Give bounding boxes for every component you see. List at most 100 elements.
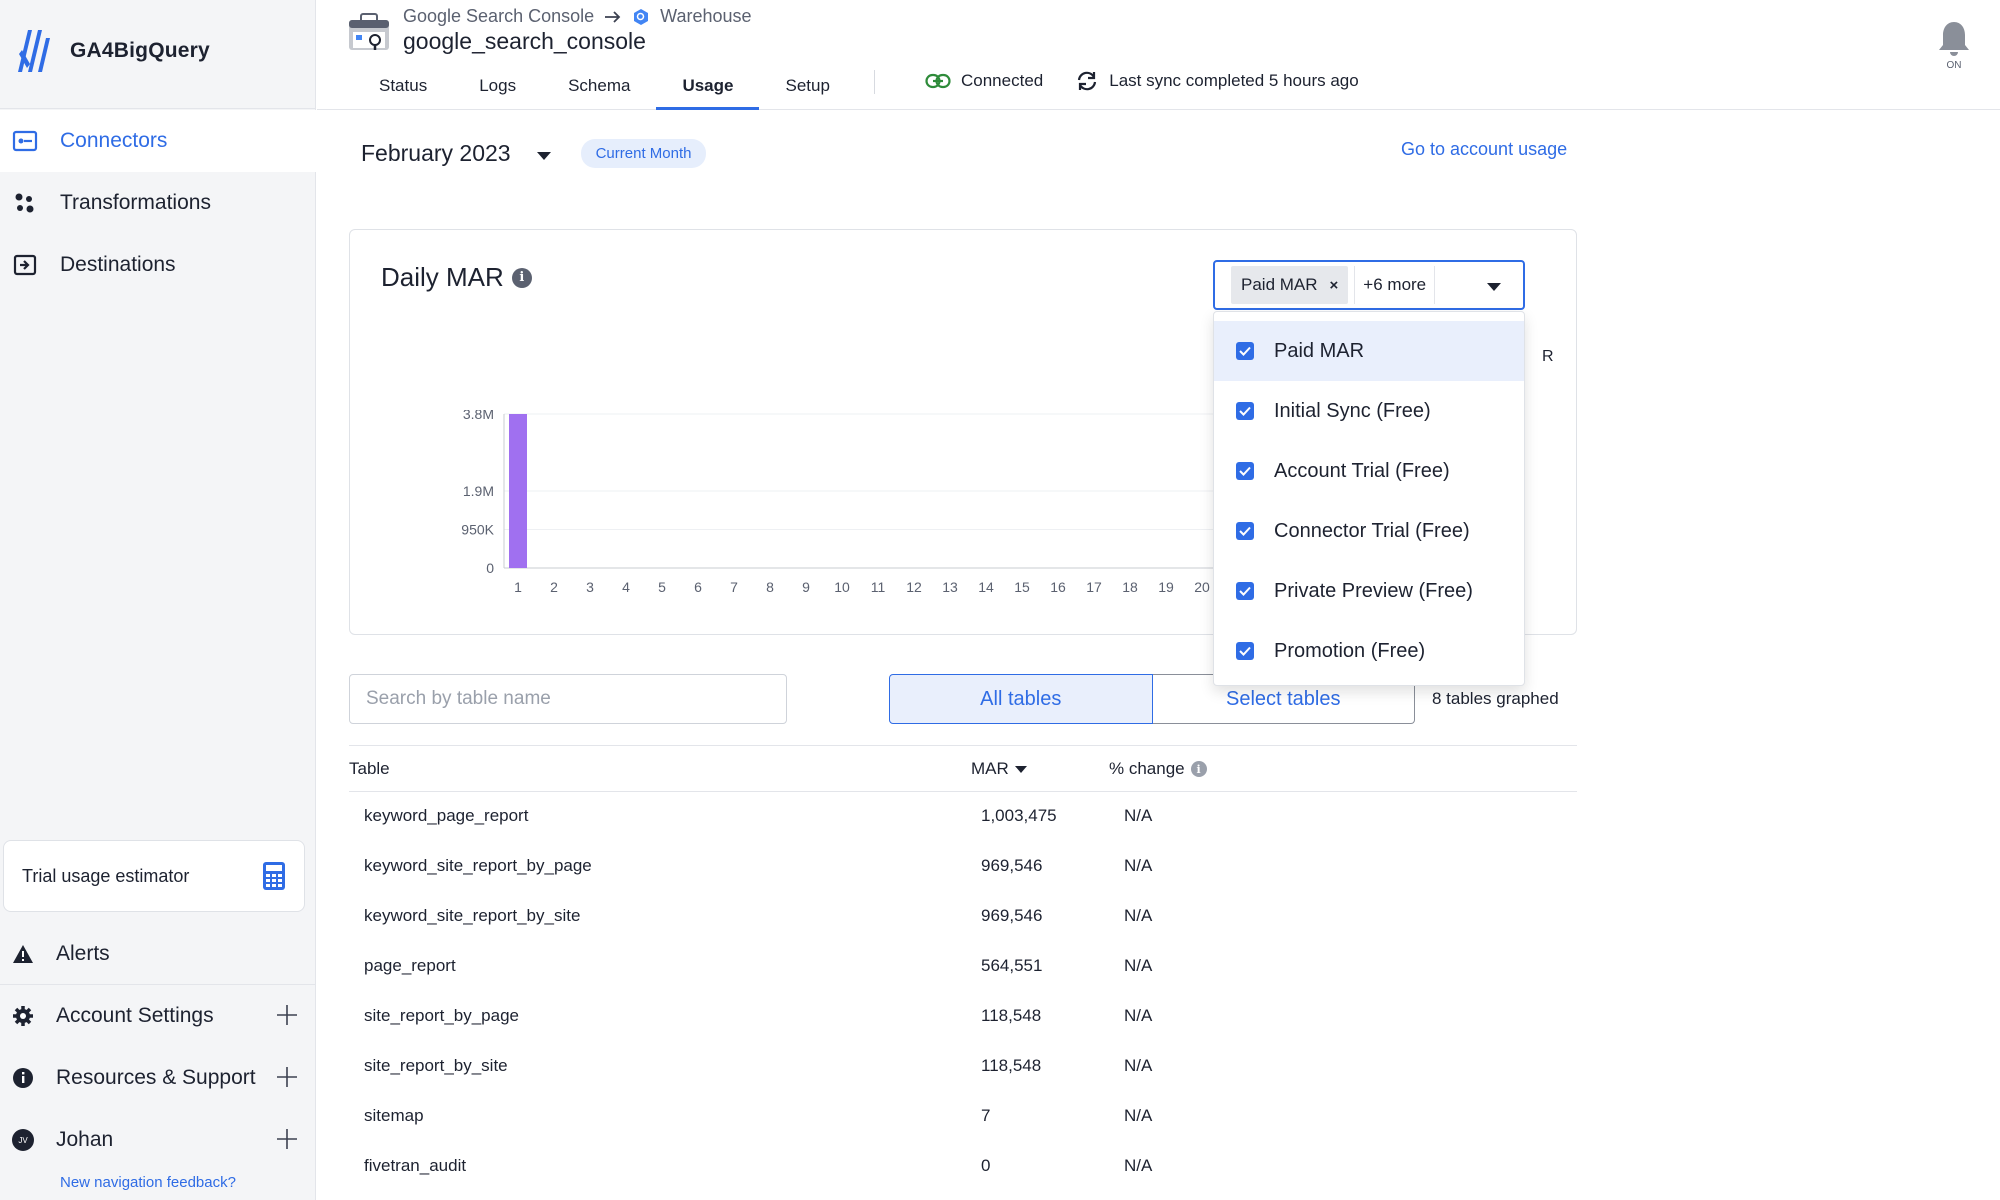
daily-mar-chart: 0950K1.9M3.8M1 2 3 4 5 6 7 8 9 10 11 12 13 14 15 16 17 18… — [461, 410, 1252, 595]
app-name: GA4BigQuery — [70, 39, 210, 62]
checkbox-checked-icon[interactable] — [1236, 402, 1254, 420]
table-row[interactable]: site_report_by_site 118,548 N/A — [349, 1042, 1577, 1092]
chevron-down-icon[interactable] — [1487, 283, 1501, 291]
avatar: JV — [12, 1129, 34, 1151]
dropdown-option[interactable]: Account Trial (Free) — [1214, 441, 1524, 501]
tab-setup[interactable]: Setup — [759, 62, 855, 110]
dropdown-option[interactable]: Initial Sync (Free) — [1214, 381, 1524, 441]
tab-usage[interactable]: Usage — [656, 62, 760, 110]
checkbox-checked-icon[interactable] — [1236, 642, 1254, 660]
divider — [0, 108, 316, 109]
current-month-badge: Current Month — [580, 139, 707, 168]
breadcrumb: Google Search Console Warehouse — [403, 6, 752, 27]
x-tick-label: 7 — [730, 579, 738, 595]
cell-change: N/A — [1124, 806, 1153, 825]
status-last-sync: Last sync completed 5 hours ago — [1109, 71, 1359, 90]
bell-icon — [1939, 22, 1969, 56]
table-row[interactable]: page_report 564,551 N/A — [349, 942, 1577, 992]
x-tick-label: 1 — [514, 579, 522, 595]
dropdown-option[interactable]: Paid MAR — [1214, 321, 1524, 381]
daily-mar-title: Daily MAR — [381, 262, 504, 292]
selected-chip: Paid MAR × — [1231, 266, 1349, 304]
alerts-label: Alerts — [56, 942, 110, 965]
checkbox-checked-icon[interactable] — [1236, 582, 1254, 600]
column-header-table[interactable]: Table — [349, 759, 390, 779]
option-label: Account Trial (Free) — [1274, 459, 1450, 482]
sidebar-alerts[interactable]: Alerts — [0, 924, 316, 984]
brand[interactable]: GA4BigQuery — [16, 28, 210, 74]
nav-label: Connectors — [60, 129, 168, 152]
breadcrumb-destination[interactable]: Warehouse — [660, 6, 751, 27]
nav-label: Destinations — [60, 253, 176, 276]
sidebar-user[interactable]: JV Johan — [0, 1110, 316, 1170]
column-header-change[interactable]: % change i — [1109, 759, 1207, 779]
cell-change: N/A — [1124, 1106, 1153, 1125]
breadcrumb-source[interactable]: Google Search Console — [403, 6, 594, 27]
warning-icon — [13, 945, 33, 963]
option-label: Initial Sync (Free) — [1274, 399, 1431, 422]
connector-header: Google Search Console Warehouse google_s… — [317, 0, 2000, 110]
x-tick-label: 5 — [658, 579, 666, 595]
bell-status-label: ON — [1946, 60, 1962, 71]
x-tick-label: 3 — [586, 579, 594, 595]
nav-destinations[interactable]: Destinations — [0, 234, 316, 296]
dropdown-option[interactable]: Private Preview (Free) — [1214, 561, 1524, 621]
table-row[interactable]: sitemap 7 N/A — [349, 1092, 1577, 1142]
table-search-input[interactable] — [349, 674, 787, 724]
checkbox-checked-icon[interactable] — [1236, 522, 1254, 540]
table-row[interactable]: site_report_by_page 118,548 N/A — [349, 992, 1577, 1042]
cell-change: N/A — [1124, 1006, 1153, 1025]
nav-transformations[interactable]: Transformations — [0, 172, 316, 234]
info-circle-icon — [13, 1068, 33, 1088]
header-label: MAR — [971, 759, 1009, 778]
link-icon — [925, 73, 951, 89]
tab-logs[interactable]: Logs — [453, 62, 542, 110]
legend-clipped-text: R — [1542, 348, 1554, 365]
column-header-mar[interactable]: MAR — [971, 759, 1027, 779]
tab-schema[interactable]: Schema — [542, 62, 656, 110]
divider — [0, 984, 316, 985]
info-icon[interactable]: i — [511, 267, 532, 288]
table-row[interactable]: keyword_page_report 1,003,475 N/A — [349, 792, 1577, 842]
sidebar-account-settings[interactable]: Account Settings — [0, 986, 316, 1046]
navigation-feedback-link[interactable]: New navigation feedback? — [60, 1174, 236, 1191]
sidebar-resources-support[interactable]: Resources & Support — [0, 1048, 316, 1108]
mar-type-multiselect[interactable]: Paid MAR × +6 more — [1213, 260, 1525, 310]
cell-table-name: sitemap — [364, 1106, 424, 1125]
all-tables-button[interactable]: All tables — [889, 674, 1153, 724]
expand-plus-icon[interactable] — [274, 1126, 300, 1152]
month-selector[interactable]: February 2023 Current Month — [361, 139, 707, 168]
close-icon[interactable]: × — [1330, 277, 1339, 294]
expand-plus-icon[interactable] — [274, 1064, 300, 1090]
expand-plus-icon[interactable] — [274, 1002, 300, 1028]
y-tick-label: 0 — [486, 560, 494, 576]
table-row[interactable]: fivetran_audit 0 N/A — [349, 1142, 1577, 1192]
usage-panel: February 2023 Current Month Go to accoun… — [317, 111, 2000, 1200]
cell-change: N/A — [1124, 1156, 1153, 1175]
y-tick-label: 3.8M — [463, 410, 494, 422]
sync-icon — [1078, 71, 1097, 91]
cell-mar: 118,548 — [981, 1006, 1042, 1025]
dropdown-option[interactable]: Promotion (Free) — [1214, 621, 1524, 681]
x-tick-label: 10 — [834, 579, 850, 595]
destinations-icon — [12, 252, 38, 278]
x-tick-label: 17 — [1086, 579, 1102, 595]
x-tick-label: 13 — [942, 579, 958, 595]
transformations-icon — [12, 190, 38, 216]
card-title: Daily MAR i — [381, 262, 532, 293]
nav-connectors[interactable]: Connectors — [0, 110, 316, 172]
checkbox-checked-icon[interactable] — [1236, 462, 1254, 480]
trial-usage-estimator[interactable]: Trial usage estimator — [3, 840, 305, 912]
checkbox-checked-icon[interactable] — [1236, 342, 1254, 360]
cell-change: N/A — [1124, 1056, 1153, 1075]
connector-name: google_search_console — [403, 28, 646, 54]
cell-change: N/A — [1124, 856, 1153, 875]
x-tick-label: 18 — [1122, 579, 1138, 595]
notifications-button[interactable]: ON — [1936, 20, 1972, 82]
table-row[interactable]: keyword_site_report_by_site 969,546 N/A — [349, 892, 1577, 942]
dropdown-option[interactable]: Connector Trial (Free) — [1214, 501, 1524, 561]
tab-status[interactable]: Status — [353, 62, 453, 110]
table-row[interactable]: keyword_site_report_by_page 969,546 N/A — [349, 842, 1577, 892]
info-icon[interactable]: i — [1190, 761, 1207, 777]
account-usage-link[interactable]: Go to account usage — [1401, 139, 1567, 160]
